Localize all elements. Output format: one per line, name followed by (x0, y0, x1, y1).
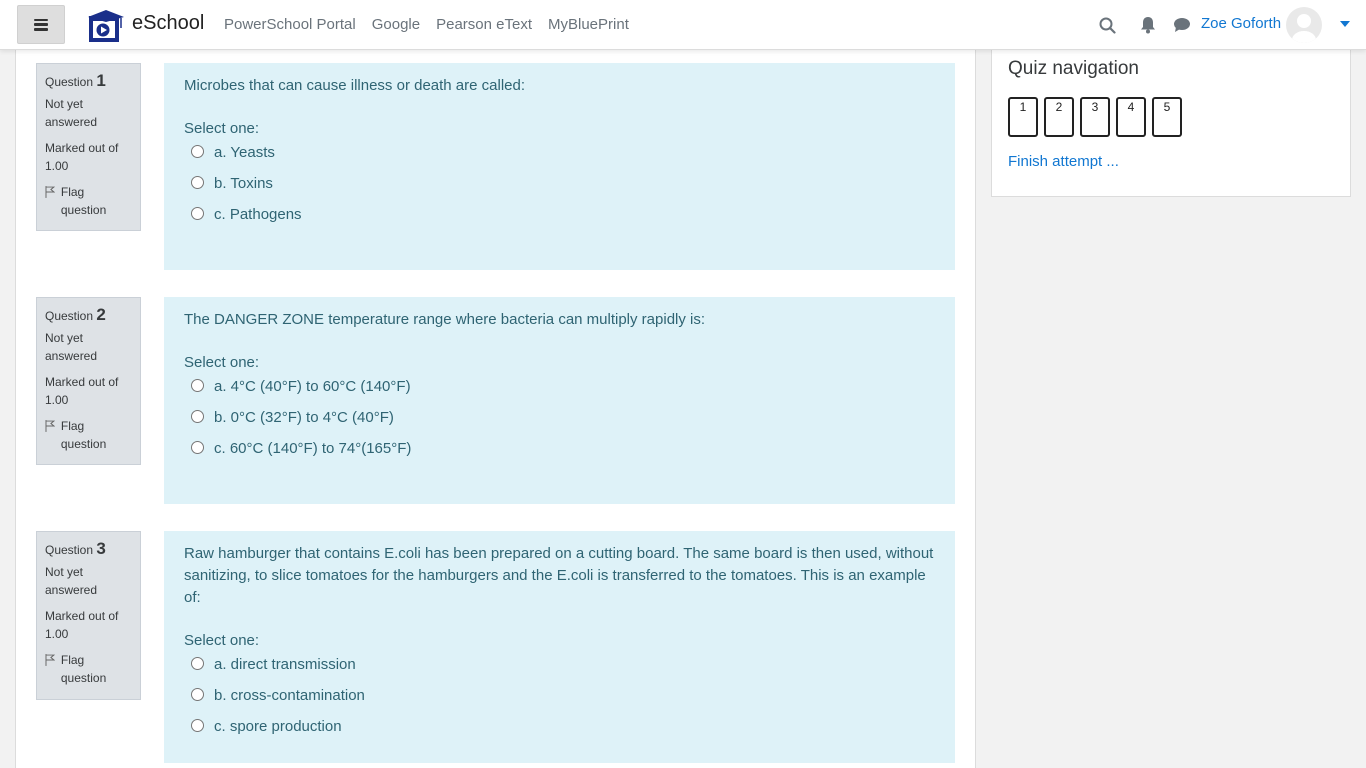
nav-link-pearson[interactable]: Pearson eText (436, 16, 532, 33)
radio-button[interactable] (191, 409, 204, 423)
flag-icon (45, 654, 55, 666)
answer-option[interactable]: c. spore production (184, 711, 935, 742)
answer-option[interactable]: c. Pathogens (184, 199, 935, 230)
quiz-nav-button-3[interactable]: 3 (1080, 97, 1110, 137)
site-name[interactable]: eSchool (132, 12, 204, 35)
radio-button[interactable] (191, 144, 204, 158)
answer-option[interactable]: a. 4°C (40°F) to 60°C (140°F) (184, 371, 935, 402)
eschool-logo[interactable] (86, 8, 126, 44)
question-number: 3 (96, 539, 106, 558)
question-text: The DANGER ZONE temperature range where … (184, 311, 706, 328)
quiz-nav-button-1[interactable]: 1 (1008, 97, 1038, 137)
quiz-page: Question 1 Not yet answered Marked out o… (15, 50, 976, 768)
answer-option[interactable]: b. cross-contamination (184, 680, 935, 711)
flag-question-toggle[interactable]: Flag question (45, 417, 132, 453)
top-navbar: eSchool PowerSchool Portal Google Pearso… (0, 0, 1366, 50)
question-label: Question (45, 309, 94, 323)
hamburger-icon (34, 18, 48, 31)
radio-button[interactable] (191, 440, 204, 454)
answer-option[interactable]: a. Yeasts (184, 137, 935, 168)
answer-label[interactable]: a. Yeasts (214, 144, 275, 161)
custom-menu: PowerSchool Portal Google Pearson eText … (224, 16, 629, 33)
question-state: Not yet answered (45, 331, 98, 363)
answer-label[interactable]: a. direct transmission (214, 656, 356, 673)
quiz-navigation-title: Quiz navigation (1008, 58, 1139, 79)
radio-button[interactable] (191, 206, 204, 220)
answer-option[interactable]: c. 60°C (140°F) to 74°(165°F) (184, 433, 935, 464)
quiz-nav-button-2[interactable]: 2 (1044, 97, 1074, 137)
question-label: Question (45, 75, 94, 89)
answer-label[interactable]: a. 4°C (40°F) to 60°C (140°F) (214, 378, 411, 395)
radio-button[interactable] (191, 175, 204, 189)
answer-label[interactable]: b. 0°C (32°F) to 4°C (40°F) (214, 409, 394, 426)
radio-button[interactable] (191, 378, 204, 392)
answer-label[interactable]: c. spore production (214, 718, 342, 735)
question-content: Raw hamburger that contains E.coli has b… (164, 531, 955, 763)
menu-toggle-button[interactable] (17, 5, 65, 44)
flag-question-label: Flag question (60, 653, 107, 685)
nav-link-powerschool[interactable]: PowerSchool Portal (224, 16, 356, 33)
user-avatar[interactable] (1286, 7, 1322, 43)
question-state: Not yet answered (45, 97, 98, 129)
question-info: Question 3 Not yet answered Marked out o… (36, 531, 141, 700)
nav-link-myblueprint[interactable]: MyBluePrint (548, 16, 629, 33)
flag-question-toggle[interactable]: Flag question (45, 651, 132, 687)
answer-option[interactable]: a. direct transmission (184, 649, 935, 680)
select-one-prompt: Select one: (184, 120, 260, 137)
flag-icon (45, 420, 55, 432)
user-menu-caret-icon[interactable] (1340, 21, 1350, 27)
question-number: 1 (96, 71, 106, 90)
bell-icon[interactable] (1138, 15, 1158, 35)
radio-button[interactable] (191, 718, 204, 732)
question-state: Not yet answered (45, 565, 98, 597)
answer-label[interactable]: c. 60°C (140°F) to 74°(165°F) (214, 440, 411, 457)
nav-link-google[interactable]: Google (372, 16, 420, 33)
answer-option[interactable]: b. Toxins (184, 168, 935, 199)
answer-label[interactable]: b. Toxins (214, 175, 273, 192)
answer-label[interactable]: c. Pathogens (214, 206, 302, 223)
flag-question-toggle[interactable]: Flag question (45, 183, 132, 219)
flag-question-label: Flag question (60, 419, 107, 451)
question-text: Microbes that can cause illness or death… (184, 77, 526, 94)
flag-question-label: Flag question (60, 185, 107, 217)
question-content: Microbes that can cause illness or death… (164, 63, 955, 270)
question-grade: Marked out of 1.00 (45, 609, 119, 641)
answer-label[interactable]: b. cross-contamination (214, 687, 365, 704)
quiz-navigation-block: Quiz navigation 1 2 3 4 5 Finish attempt… (991, 50, 1351, 197)
select-one-prompt: Select one: (184, 632, 260, 649)
answer-option[interactable]: b. 0°C (32°F) to 4°C (40°F) (184, 402, 935, 433)
quiz-navigation-buttons: 1 2 3 4 5 (1008, 97, 1182, 137)
question-info: Question 2 Not yet answered Marked out o… (36, 297, 141, 465)
question-number: 2 (96, 305, 106, 324)
question-grade: Marked out of 1.00 (45, 141, 119, 173)
question-grade: Marked out of 1.00 (45, 375, 119, 407)
radio-button[interactable] (191, 687, 204, 701)
chat-icon[interactable] (1172, 15, 1192, 35)
flag-icon (45, 186, 55, 198)
search-icon[interactable] (1097, 15, 1117, 35)
question-label: Question (45, 543, 94, 557)
question-content: The DANGER ZONE temperature range where … (164, 297, 955, 504)
select-one-prompt: Select one: (184, 354, 260, 371)
quiz-nav-button-4[interactable]: 4 (1116, 97, 1146, 137)
user-name[interactable]: Zoe Goforth (1201, 15, 1281, 32)
quiz-nav-button-5[interactable]: 5 (1152, 97, 1182, 137)
question-text: Raw hamburger that contains E.coli has b… (184, 545, 934, 606)
question-info: Question 1 Not yet answered Marked out o… (36, 63, 141, 231)
finish-attempt-link[interactable]: Finish attempt ... (1008, 153, 1119, 170)
radio-button[interactable] (191, 656, 204, 670)
